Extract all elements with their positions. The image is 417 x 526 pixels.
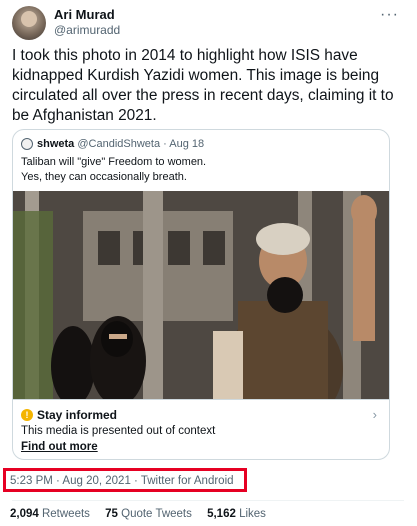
photo-illustration: [13, 191, 389, 399]
quoted-text-line-2: Yes, they can occasionally breath.: [21, 171, 187, 183]
more-horizontal-icon[interactable]: ···: [380, 6, 399, 24]
likes-count: 5,162: [207, 508, 236, 520]
quote-tweets-stat[interactable]: 75 Quote Tweets: [105, 508, 192, 520]
engagement-stats: 2,094 Retweets 75 Quote Tweets 5,162 Lik…: [10, 508, 278, 520]
stay-informed-notice[interactable]: ! Stay informed › This media is presente…: [13, 399, 389, 459]
quote-tweets-count: 75: [105, 508, 118, 520]
quoted-text: Taliban will "give" Freedom to women. Ye…: [21, 155, 206, 185]
find-out-more-link[interactable]: Find out more: [21, 441, 98, 453]
quoted-meta: @CandidShweta · Aug 18: [77, 138, 205, 150]
divider: [12, 500, 404, 501]
retweets-count: 2,094: [10, 508, 39, 520]
quoted-photo[interactable]: [13, 191, 389, 399]
likes-stat[interactable]: 5,162 Likes: [207, 508, 266, 520]
avatar[interactable]: [12, 6, 46, 40]
stay-informed-description: This media is presented out of context: [21, 425, 216, 437]
quoted-text-line-1: Taliban will "give" Freedom to women.: [21, 156, 207, 168]
chevron-right-icon[interactable]: ›: [373, 407, 377, 422]
tweet: Ari Murad @arimuradd ··· I took this pho…: [0, 0, 417, 526]
highlight-annotation-box: [3, 468, 247, 492]
quoted-name: shweta: [37, 138, 75, 150]
quoted-avatar: [21, 138, 33, 150]
quoted-tweet[interactable]: shweta @CandidShweta · Aug 18 Taliban wi…: [12, 129, 390, 460]
retweets-label: Retweets: [41, 508, 90, 520]
likes-label: Likes: [239, 508, 266, 520]
retweets-stat[interactable]: 2,094 Retweets: [10, 508, 90, 520]
display-name[interactable]: Ari Murad: [54, 7, 115, 22]
quoted-header: shweta @CandidShweta · Aug 18: [37, 138, 204, 150]
tweet-text: I took this photo in 2014 to highlight h…: [12, 47, 394, 124]
stay-informed-title: Stay informed: [37, 408, 118, 422]
quote-tweets-label: Quote Tweets: [121, 508, 192, 520]
user-handle[interactable]: @arimuradd: [54, 23, 120, 37]
alert-icon: !: [21, 409, 33, 421]
